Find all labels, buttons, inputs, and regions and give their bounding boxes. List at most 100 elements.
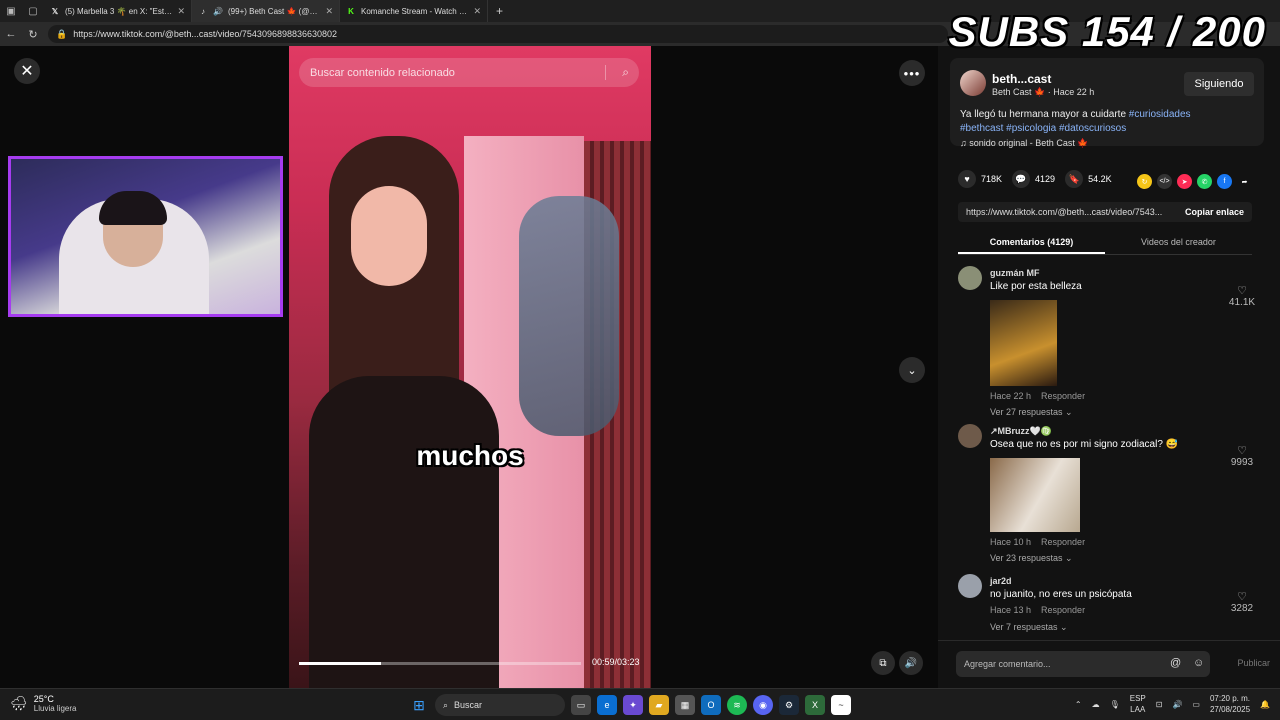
battery-icon[interactable]: ▭ [1192,700,1200,709]
cloud-icon[interactable]: ☁ [1092,700,1100,709]
tiktok-page: ✕ ••• ⌄ Buscar contenido relacionado ⌕ m… [0,46,1280,688]
speaker-icon[interactable]: 🔊 [213,6,223,16]
task-view-icon[interactable]: ▭ [571,695,591,715]
new-tab-button[interactable]: + [488,4,511,18]
windows-start-icon[interactable]: ⊞ [409,695,429,715]
comment-count: 4129 [1035,174,1056,184]
tab-creator-videos[interactable]: Videos del creador [1105,231,1252,254]
browser-tab-tiktok[interactable]: ♪ 🔊 (99+) Beth Cast 🍁 (@beth... ✕ [192,0,340,22]
hashtag-link[interactable]: #psicologia [1006,123,1056,134]
video-player[interactable]: Buscar contenido relacionado ⌕ muchos 00… [289,46,651,688]
excel-icon[interactable]: X [805,695,825,715]
taskbar-search[interactable]: ⌕ Buscar [435,694,565,716]
music-link[interactable]: ♫ sonido original - Beth Cast 🍁 [960,138,1089,149]
chevron-down-icon[interactable]: ⌄ [899,357,925,383]
clock[interactable]: 07:20 p. m. 27/08/2025 [1210,693,1250,715]
volume-icon[interactable]: 🔊 [899,651,923,675]
spotify-icon[interactable]: ≋ [727,695,747,715]
comment-username[interactable]: guzmán MF [990,268,1040,278]
reply-button[interactable]: Responder [1041,605,1085,615]
send-icon[interactable]: ➤ [1177,174,1192,189]
avatar[interactable] [958,266,982,290]
url-text: https://www.tiktok.com/@beth...cast/vide… [73,29,338,39]
network-icon[interactable]: ⊡ [1156,700,1163,709]
file-explorer-icon[interactable]: ▰ [649,695,669,715]
avatar[interactable] [958,424,982,448]
facebook-icon[interactable]: f [1217,174,1232,189]
author-card: beth...cast Beth Cast 🍁 · Hace 22 h Sigu… [950,58,1264,149]
close-tab-icon[interactable]: ✕ [177,6,185,17]
avatar[interactable] [960,70,986,96]
panel-tabs: Comentarios (4129) Videos del creador [958,231,1252,255]
view-replies-button[interactable]: Ver 23 respuestas ⌄ [990,553,1073,564]
tab-title: Komanche Stream - Watch Live o... [361,6,468,16]
close-icon[interactable]: ✕ [14,58,40,84]
comment-list: guzmán MF Like por esta belleza Hace 22 … [938,258,1280,638]
video-frame [309,376,499,688]
more-options-icon[interactable]: ••• [899,60,925,86]
reply-button[interactable]: Responder [1041,537,1085,547]
mention-icon[interactable]: @ [1170,657,1181,669]
share-arrow-icon[interactable]: ➦ [1237,174,1252,189]
notification-bell-icon[interactable]: 🔔 [1260,700,1270,709]
comment-username[interactable]: ↗MBruzz🤍♍ [990,426,1052,437]
comment-image[interactable] [990,300,1057,386]
following-button[interactable]: Siguiendo [1184,72,1254,96]
windows-taskbar: 🌧 25°C Lluvia ligera ⊞ ⌕ Buscar ▭ e ✦ ▰ ▦… [0,688,1280,720]
outlook-icon[interactable]: O [701,695,721,715]
author-username[interactable]: beth...cast [992,72,1051,86]
browser-tab-kick[interactable]: K Komanche Stream - Watch Live o... ✕ [340,0,488,22]
tab-actions-icon[interactable]: ▢ [22,0,44,22]
copy-link-button[interactable]: Copiar enlace [1177,207,1252,217]
reload-icon[interactable]: ↻ [22,28,44,41]
language-indicator[interactable]: ESP LAA [1130,693,1146,715]
comment-like[interactable]: ♡ 9993 [1228,444,1256,468]
comment-like[interactable]: ♡ 41.1K [1228,284,1256,308]
like-stat[interactable]: ♥ 718K [958,170,1002,188]
hashtag-link[interactable]: #curiosidades [1129,109,1191,120]
workspaces-icon[interactable]: ▣ [0,0,22,22]
back-icon[interactable]: ← [0,28,22,40]
video-caption: muchos [416,440,524,471]
close-tab-icon[interactable]: ✕ [473,6,481,17]
bookmark-icon: 🔖 [1065,170,1084,188]
copilot-icon[interactable]: ✦ [623,695,643,715]
store-icon[interactable]: ▦ [675,695,695,715]
related-search-input[interactable]: Buscar contenido relacionado ⌕ [299,58,639,87]
comment-username[interactable]: jar2d [990,576,1012,586]
close-tab-icon[interactable]: ✕ [325,6,333,17]
avatar[interactable] [958,574,982,598]
app-icon[interactable]: ~ [831,695,851,715]
search-icon[interactable]: ⌕ [622,65,629,80]
browser-tab-x[interactable]: 𝕏 (5) Marbella 3 🌴 en X: "Este año... ✕ [44,0,192,22]
comment-stat[interactable]: 💬 4129 [1012,170,1055,188]
discord-icon[interactable]: ◉ [753,695,773,715]
comment-image[interactable] [990,458,1080,532]
video-link-text: https://www.tiktok.com/@beth...cast/vide… [966,207,1163,217]
microphone-icon[interactable]: 🎙 [1110,700,1120,709]
view-replies-button[interactable]: Ver 7 respuestas ⌄ [990,622,1068,633]
publish-button[interactable]: Publicar [1237,658,1270,668]
emoji-icon[interactable]: ☺ [1193,657,1204,669]
whatsapp-icon[interactable]: ✆ [1197,174,1212,189]
volume-icon[interactable]: 🔊 [1172,700,1182,709]
comment-like[interactable]: ♡ 3282 [1228,590,1256,614]
hashtag-link[interactable]: #datoscuriosos [1059,123,1126,134]
hashtag-link[interactable]: #bethcast [960,123,1003,134]
url-field[interactable]: 🔒 https://www.tiktok.com/@beth...cast/vi… [48,25,948,43]
weather-widget[interactable]: 🌧 25°C Lluvia ligera [10,694,76,713]
embed-icon[interactable]: </> [1157,174,1172,189]
reply-button[interactable]: Responder [1041,391,1085,401]
tab-comments[interactable]: Comentarios (4129) [958,231,1105,254]
save-stat[interactable]: 🔖 54.2K [1065,170,1112,188]
system-tray: ⌃ ☁ 🎙 ESP LAA ⊡ 🔊 ▭ 07:20 p. m. 27/08/2025… [1075,693,1270,715]
chevron-up-icon[interactable]: ⌃ [1075,700,1082,709]
like-count: 718K [981,174,1003,184]
time: 07:20 p. m. [1209,694,1251,703]
temperature: 25°C [33,694,54,704]
repost-icon[interactable]: ↻ [1137,174,1152,189]
steam-icon[interactable]: ⚙ [779,695,799,715]
video-progress-bar[interactable] [299,662,581,665]
picture-in-picture-icon[interactable]: ⧉ [871,651,895,675]
edge-icon[interactable]: e [597,695,617,715]
